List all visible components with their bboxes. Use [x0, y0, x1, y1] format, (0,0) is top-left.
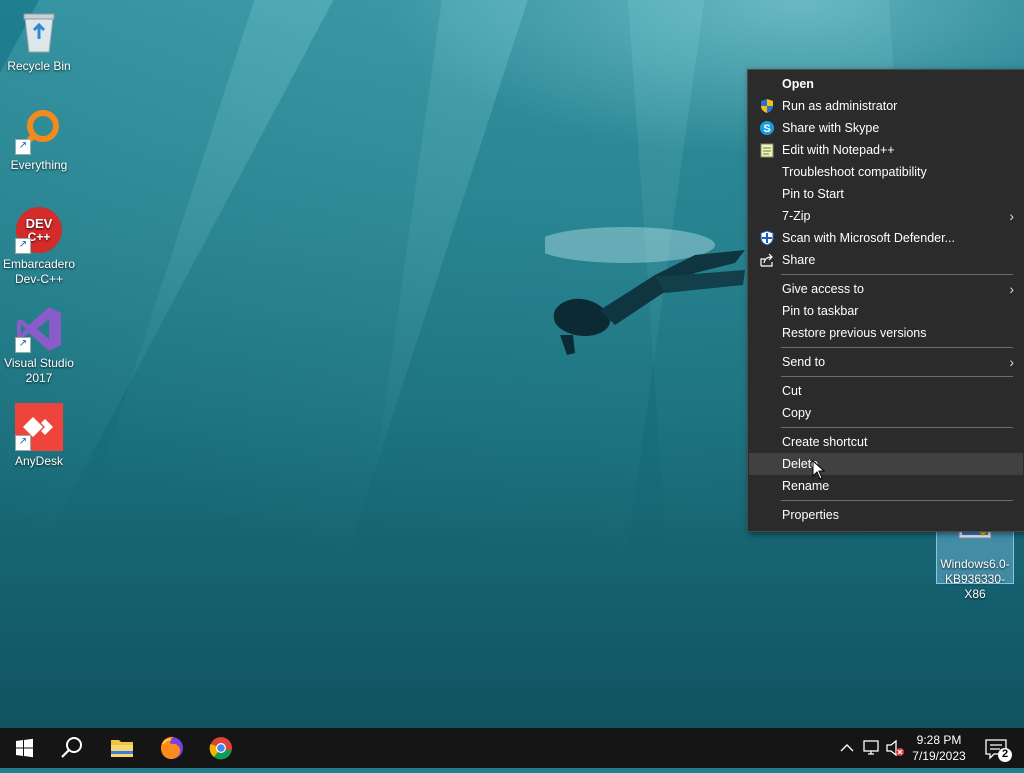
- share-icon: [760, 253, 773, 267]
- submenu-chevron-icon: ›: [1009, 208, 1014, 224]
- menu-item-share-with-skype[interactable]: S Share with Skype: [749, 117, 1023, 139]
- search-icon: [61, 737, 82, 758]
- skype-icon: S: [760, 121, 774, 135]
- menu-item-copy[interactable]: Copy: [749, 402, 1023, 424]
- clock-date: 7/19/2023: [912, 749, 966, 763]
- everything-search-icon: ↗: [15, 107, 63, 155]
- submenu-chevron-icon: ›: [1009, 354, 1014, 370]
- menu-item-send-to[interactable]: Send to ›: [749, 351, 1023, 373]
- recycle-bin-icon: [15, 8, 63, 56]
- svg-text:C++: C++: [28, 230, 51, 244]
- chevron-up-icon: [840, 744, 854, 752]
- desktop-icon-label: Windows6.0-KB936330-X86: [940, 557, 1010, 601]
- mouse-cursor-icon: [812, 460, 826, 480]
- menu-item-7zip[interactable]: 7-Zip ›: [749, 205, 1023, 227]
- clock-time: 9:28 PM: [916, 733, 962, 747]
- menu-item-edit-with-notepadpp[interactable]: Edit with Notepad++: [749, 139, 1023, 161]
- menu-separator: [781, 274, 1013, 275]
- desktop-icon-label: Visual Studio 2017: [4, 356, 74, 385]
- defender-icon: [760, 230, 774, 246]
- menu-separator: [781, 376, 1013, 377]
- uac-shield-icon: [761, 99, 773, 113]
- menu-item-scan-with-defender[interactable]: Scan with Microsoft Defender...: [749, 227, 1023, 249]
- wallpaper-swimmer: [545, 227, 745, 355]
- menu-item-properties[interactable]: Properties: [749, 504, 1023, 526]
- desktop-icon-everything[interactable]: ↗ Everything: [0, 107, 78, 173]
- tray-overflow-button[interactable]: [838, 728, 856, 768]
- visual-studio-icon: ↗: [15, 305, 63, 353]
- menu-item-open[interactable]: Open: [749, 73, 1023, 95]
- menu-item-run-as-administrator[interactable]: Run as administrator: [749, 95, 1023, 117]
- menu-item-share[interactable]: Share: [749, 249, 1023, 271]
- menu-item-pin-to-start[interactable]: Pin to Start: [749, 183, 1023, 205]
- svg-text:DEV: DEV: [26, 216, 53, 231]
- volume-muted-icon: [886, 739, 904, 757]
- menu-item-cut[interactable]: Cut: [749, 380, 1023, 402]
- taskbar: 9:28 PM 7/19/2023 2: [0, 728, 1024, 768]
- firefox-icon: [161, 736, 183, 759]
- menu-item-troubleshoot-compatibility[interactable]: Troubleshoot compatibility: [749, 161, 1023, 183]
- start-icon: [16, 738, 33, 758]
- firefox-button[interactable]: [148, 728, 196, 768]
- search-button[interactable]: [48, 728, 96, 768]
- notification-count-badge: 2: [1001, 748, 1009, 760]
- shortcut-arrow-icon: ↗: [15, 337, 31, 353]
- file-explorer-icon: [111, 740, 133, 757]
- menu-separator: [781, 427, 1013, 428]
- shortcut-arrow-icon: ↗: [15, 139, 31, 155]
- start-button[interactable]: [0, 728, 48, 768]
- menu-item-create-shortcut[interactable]: Create shortcut: [749, 431, 1023, 453]
- notepadpp-icon: [760, 143, 774, 158]
- menu-separator: [781, 500, 1013, 501]
- desktop-icon-label: Embarcadero Dev-C++: [2, 257, 76, 286]
- devcpp-icon: DEV C++ ↗: [15, 206, 63, 254]
- desktop-icon-recycle-bin[interactable]: Recycle Bin: [0, 8, 78, 74]
- desktop-icon-anydesk[interactable]: ↗ AnyDesk: [0, 403, 78, 469]
- menu-item-give-access-to[interactable]: Give access to ›: [749, 278, 1023, 300]
- network-button[interactable]: [860, 728, 882, 768]
- menu-item-restore-previous-versions[interactable]: Restore previous versions: [749, 322, 1023, 344]
- desktop-icon-label: AnyDesk: [14, 454, 64, 468]
- submenu-chevron-icon: ›: [1009, 281, 1014, 297]
- desktop-icon-label: Recycle Bin: [7, 59, 71, 73]
- file-explorer-button[interactable]: [98, 728, 146, 768]
- network-icon: [863, 740, 879, 755]
- chrome-icon: [209, 737, 232, 760]
- clock[interactable]: 9:28 PM 7/19/2023: [905, 732, 973, 764]
- menu-item-pin-to-taskbar[interactable]: Pin to taskbar: [749, 300, 1023, 322]
- context-menu: Open Run as administrator S Share with S…: [747, 69, 1024, 532]
- desktop-icon-devcpp[interactable]: DEV C++ ↗ Embarcadero Dev-C++: [0, 206, 78, 287]
- svg-text:S: S: [763, 123, 770, 135]
- desktop-icon-visual-studio[interactable]: ↗ Visual Studio 2017: [0, 305, 78, 386]
- menu-separator: [781, 347, 1013, 348]
- volume-button[interactable]: [884, 728, 906, 768]
- chrome-button[interactable]: [197, 728, 245, 768]
- action-center-button[interactable]: 2: [980, 728, 1016, 768]
- menu-item-rename[interactable]: Rename: [749, 475, 1023, 497]
- anydesk-icon: ↗: [15, 403, 63, 451]
- shortcut-arrow-icon: ↗: [15, 435, 31, 451]
- desktop-icon-label: Everything: [10, 158, 68, 172]
- menu-item-delete[interactable]: Delete: [749, 453, 1023, 475]
- shortcut-arrow-icon: ↗: [15, 238, 31, 254]
